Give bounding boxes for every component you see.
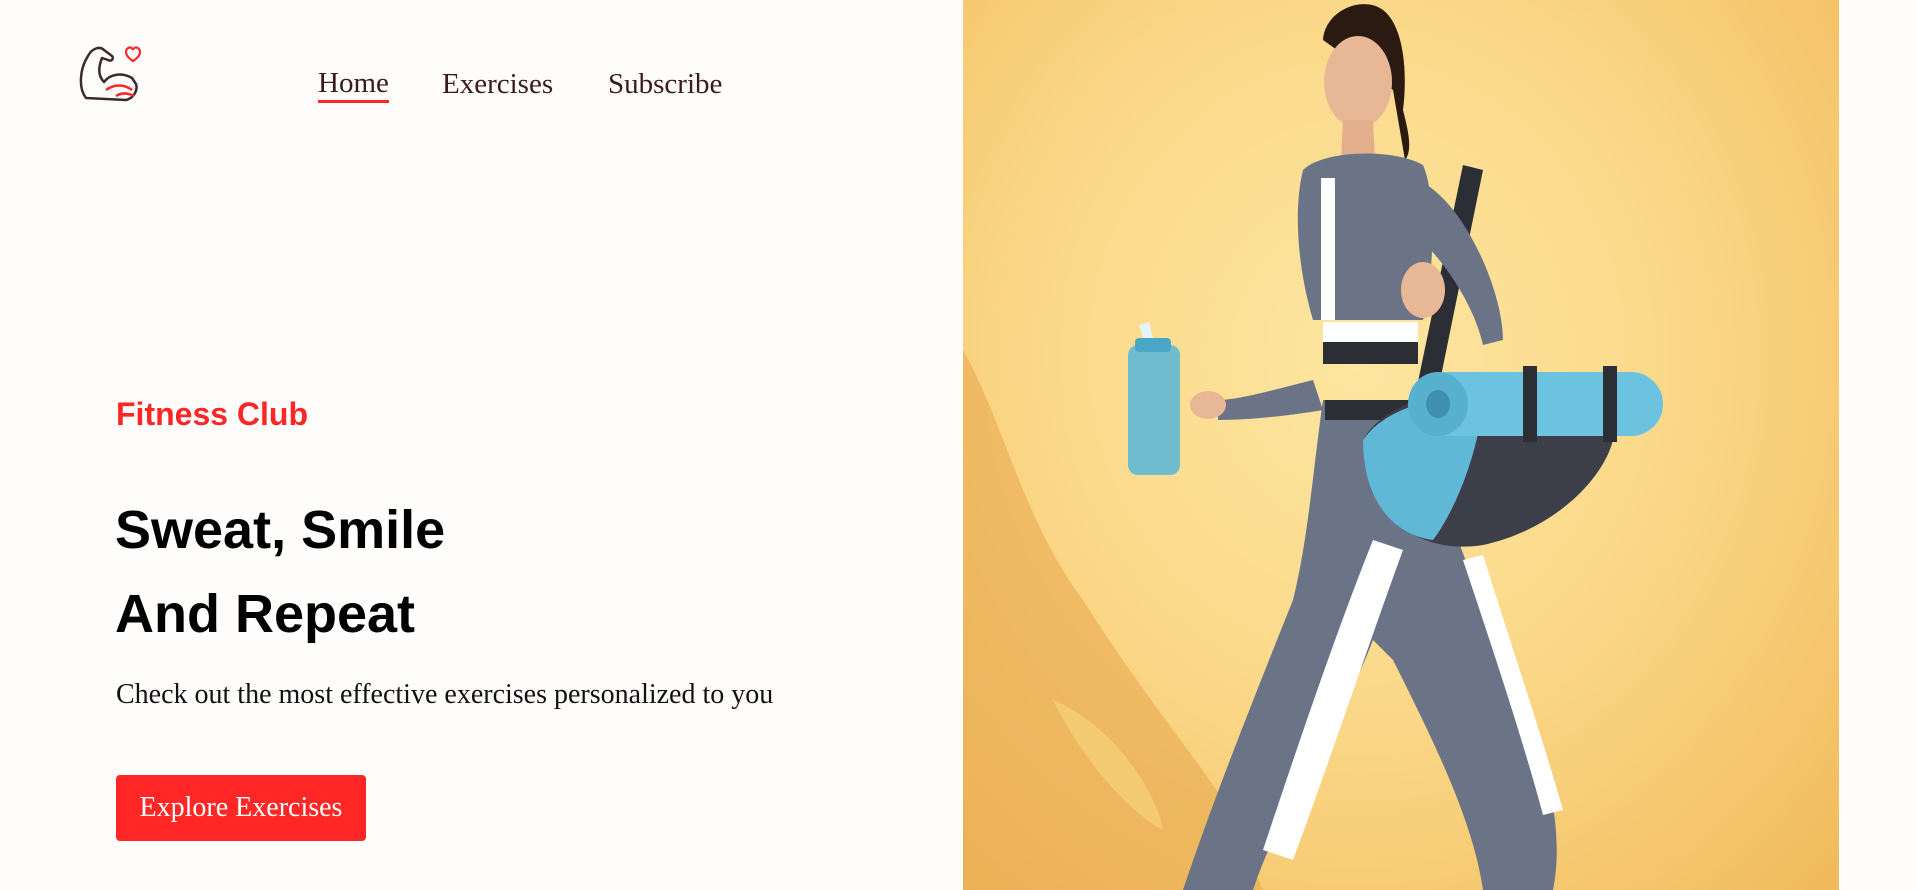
headline-line-1: Sweat, Smile [115,500,446,560]
hero-subtitle: Check out the most effective exercises p… [116,679,774,710]
nav-home-link[interactable]: Home [318,67,389,103]
logo-icon[interactable] [76,38,142,104]
headline-line-2: And Repeat [115,584,416,644]
hero-banner-image [963,0,1839,890]
nav-exercises-link[interactable]: Exercises [442,68,553,101]
brand-title: Fitness Club [116,396,309,432]
explore-exercises-button[interactable]: Explore Exercises [116,775,366,841]
hero-headline: Sweat, Smile And Repeat [115,488,445,656]
nav-subscribe-link[interactable]: Subscribe [608,68,722,101]
hero-illustration [963,4,1663,890]
